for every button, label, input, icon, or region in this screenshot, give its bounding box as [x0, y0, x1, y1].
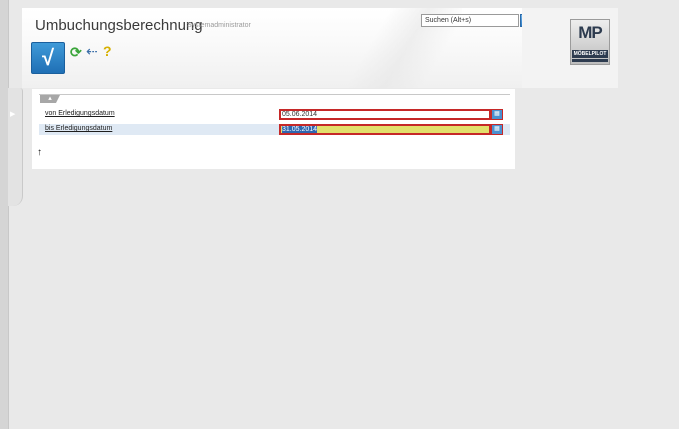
logo-bar	[572, 59, 608, 62]
group-collapse-toggle[interactable]: ▴	[40, 95, 60, 103]
back-arrow-icon: ⇠	[86, 43, 98, 59]
collapse-icon: ▴	[48, 95, 52, 102]
date-picker-button[interactable]: ▦	[491, 124, 503, 135]
date-picker-button[interactable]: ▦	[491, 109, 503, 120]
application-window: ▶ Umbuchungsberechnung Systemadministrat…	[0, 0, 679, 429]
help-icon: ?	[103, 43, 112, 59]
left-edge	[0, 0, 9, 429]
logo-caption: MÖBELPILOT	[572, 50, 608, 58]
group-divider	[39, 94, 510, 101]
search-input[interactable]: Suchen (Alt+s)	[421, 14, 519, 27]
field-label[interactable]: von Erledigungsdatum	[45, 110, 115, 117]
refresh-icon: ⟳	[70, 44, 82, 60]
scroll-up-arrow-icon[interactable]: ↑	[37, 147, 42, 158]
calendar-icon: ▦	[494, 126, 500, 132]
form-row-bis-erledigungsdatum: bis Erledigungsdatum 31.05.2014 ▦	[39, 124, 510, 135]
help-button[interactable]: ?	[103, 43, 112, 59]
von-erledigungsdatum-field[interactable]: 05.06.2014	[279, 109, 491, 120]
sidebar-toggle[interactable]: ▶	[8, 88, 23, 206]
user-role: Systemadministrator	[187, 22, 251, 29]
checkmark-icon: √	[41, 45, 55, 70]
selected-text: 31.05.2014	[282, 126, 318, 133]
form-panel: ▴ von Erledigungsdatum 05.06.2014 ▦ bis …	[32, 89, 515, 169]
logo-mark: MP	[578, 23, 603, 42]
chevron-right-icon: ▶	[10, 111, 16, 118]
apply-button[interactable]: √	[31, 42, 65, 74]
page-title: Umbuchungsberechnung	[35, 17, 203, 34]
moebelpilot-logo: MP MÖBELPILOT	[570, 19, 610, 65]
field-label[interactable]: bis Erledigungsdatum	[45, 125, 112, 132]
form-row-von-erledigungsdatum: von Erledigungsdatum 05.06.2014 ▦	[39, 109, 510, 120]
calendar-icon: ▦	[494, 111, 500, 117]
back-button[interactable]: ⇠	[86, 43, 98, 60]
refresh-button[interactable]: ⟳	[70, 44, 82, 61]
bis-erledigungsdatum-field[interactable]: 31.05.2014	[279, 124, 491, 135]
